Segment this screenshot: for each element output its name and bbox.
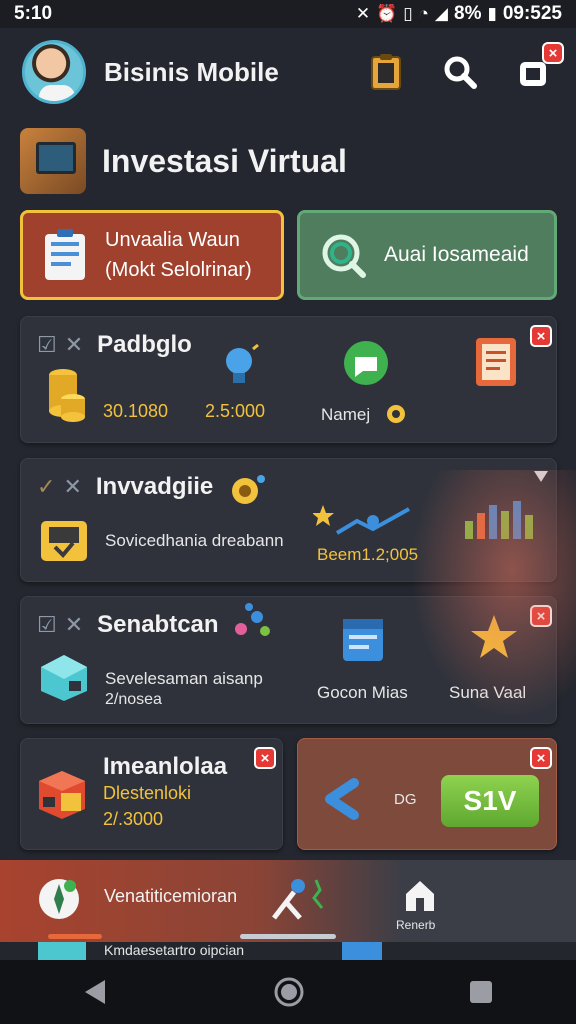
document-icon — [45, 229, 85, 280]
bar-chart-icon — [465, 501, 533, 539]
card-3-header: ☑ ✕ Senabtcan — [37, 611, 219, 639]
invest-button-line1: Unvaalia Waun — [105, 229, 240, 251]
peek-list-row: Kmdaesetartro oipcian — [0, 942, 576, 960]
safe-box-icon — [39, 771, 85, 819]
molecule-icon — [235, 603, 270, 636]
asset-card-2[interactable]: ✓ ✕ Invvadgiie Sovicedhania dreabann Bee… — [20, 458, 557, 582]
box-icon — [41, 521, 87, 561]
battery-icon: ▮ — [487, 4, 497, 23]
status-time-left: 5:10 — [14, 3, 53, 24]
avatar[interactable] — [22, 40, 86, 104]
card-3-description-1: Sevelesaman aisanp — [105, 669, 263, 688]
magnifier-icon — [322, 234, 366, 278]
asset-card-1[interactable]: ☑ ✕ Padbglo 30.1080 2.5:000 Namej × — [20, 316, 557, 443]
section-title: Investasi Virtual — [102, 142, 347, 179]
notifications-icon[interactable]: × — [514, 42, 564, 92]
bottom-tab-label[interactable]: Venatiticemioran — [104, 886, 237, 907]
cube-icon — [41, 655, 87, 701]
star-icon — [471, 615, 517, 658]
signal-icon: ◢ — [434, 4, 448, 23]
battery-percent: 8% — [454, 3, 482, 24]
card-1-title: Padbglo — [97, 331, 192, 358]
card-5-close-icon[interactable]: × — [530, 747, 552, 769]
invest-now-button[interactable]: Unvaalia Waun (Mokt Selolrinar) — [20, 210, 284, 300]
compass-icon[interactable] — [36, 876, 82, 922]
app-title: Bisinis Mobile — [104, 56, 279, 87]
alarm-icon: ⏰ — [376, 4, 398, 23]
search-assets-button[interactable]: Auai Iosameaid — [297, 210, 557, 300]
card-3-label-2: Gocon Mias — [317, 683, 408, 702]
investment-icon — [20, 128, 86, 194]
check-icon[interactable]: ☑ — [37, 332, 57, 358]
card-3-close-icon[interactable]: × — [530, 605, 552, 627]
bottom-tab-bar: Venatiticemioran Renerb — [0, 860, 576, 942]
peek-item-icon-2 — [342, 942, 382, 960]
card-2-value: Beem1.2;005 — [317, 545, 419, 564]
section-header: Investasi Virtual — [20, 128, 347, 194]
card-5-action-button[interactable]: S1V — [441, 775, 539, 827]
asset-card-5[interactable]: DG S1V × — [297, 738, 557, 850]
clipboard-icon[interactable] — [366, 52, 406, 92]
coins-icon — [49, 369, 85, 422]
active-tab-indicator — [48, 934, 102, 939]
app-header: Bisinis Mobile × — [0, 28, 576, 116]
card-3-description-2: 2/nosea — [105, 691, 162, 708]
card-1-header: ☑ ✕ Padbglo — [37, 331, 192, 359]
card-1-label-3: Namej — [321, 405, 371, 424]
money-bag-icon — [232, 475, 265, 504]
card-5-prefix: DG — [394, 791, 417, 808]
check-icon[interactable]: ✓ — [37, 474, 55, 500]
card-3-label-3: Suna Vaal — [449, 683, 527, 702]
card-1-value-1: 30.1080 — [103, 401, 169, 421]
status-time-right: 09:525 — [502, 3, 562, 24]
battery-saver-icon: ▯ — [403, 4, 413, 23]
card-4-value: 2/.3000 — [103, 809, 164, 829]
growth-chart-icon — [313, 505, 410, 535]
system-nav-bar — [0, 960, 576, 1024]
asset-card-3[interactable]: ☑ ✕ Senabtcan Sevelesaman aisanp 2/nosea… — [20, 596, 557, 724]
bottom-tab-label-right[interactable]: Renerb — [396, 918, 435, 932]
card-4-title: Imeanlolaa — [103, 753, 228, 780]
home-button-icon[interactable] — [272, 975, 306, 1009]
notification-badge-icon: × — [542, 42, 564, 64]
chat-icon — [344, 341, 388, 385]
asset-card-4[interactable]: Imeanlolaa Dlestenloki 2/.3000 × — [20, 738, 283, 850]
scroll-indicator — [240, 934, 336, 939]
back-arrow-icon[interactable] — [320, 777, 360, 821]
close-icon[interactable]: ✕ — [63, 474, 81, 500]
tools-icon[interactable] — [266, 874, 332, 926]
check-icon[interactable]: ☑ — [37, 612, 57, 638]
status-bar: 5:10 ✕ ⏰ ▯ ◔ ◢ 8% ▮ 09:525 — [0, 0, 576, 28]
close-icon[interactable]: ✕ — [65, 612, 83, 638]
recents-icon[interactable] — [467, 978, 495, 1006]
status-icons: ✕ ⏰ ▯ ◔ ◢ 8% ▮ 09:525 — [356, 3, 562, 25]
close-icon[interactable]: ✕ — [65, 332, 83, 358]
card-1-value-2: 2.5:000 — [205, 401, 266, 421]
card-3-title: Senabtcan — [97, 611, 219, 638]
search-assets-label: Auai Iosameaid — [384, 243, 529, 266]
card-4-description: Dlestenloki — [103, 783, 192, 803]
search-icon[interactable] — [440, 52, 480, 92]
lightbulb-icon — [226, 343, 259, 383]
peek-item-label: Kmdaesetartro oipcian — [104, 942, 245, 958]
home-icon[interactable] — [402, 878, 438, 914]
back-icon[interactable] — [81, 977, 111, 1007]
wifi-icon: ◔ — [418, 4, 429, 23]
gear-icon — [387, 405, 405, 423]
card-1-close-icon[interactable]: × — [530, 325, 552, 347]
peek-item-icon — [38, 942, 86, 960]
dropdown-icon[interactable] — [534, 471, 548, 483]
card-2-header: ✓ ✕ Invvadgiie — [37, 473, 213, 501]
notes-icon — [476, 338, 516, 386]
card-2-description: Sovicedhania dreabann — [105, 531, 284, 550]
calendar-icon — [343, 619, 383, 661]
mute-icon: ✕ — [355, 4, 371, 23]
card-4-close-icon[interactable]: × — [254, 747, 276, 769]
invest-button-line2: (Mokt Selolrinar) — [105, 259, 252, 281]
card-2-title: Invvadgiie — [95, 473, 214, 500]
